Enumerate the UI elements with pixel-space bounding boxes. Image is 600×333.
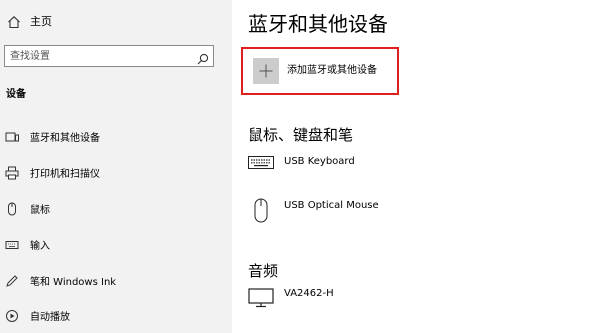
autoplay-icon xyxy=(5,308,19,322)
sidebar-item-autoplay[interactable]: 自动播放 xyxy=(0,300,232,330)
device-item-mouse[interactable]: USB Optical Mouse xyxy=(248,198,588,228)
section-title-devices: 设备 xyxy=(6,89,26,100)
sidebar-item-label: 打印机和扫描仪 xyxy=(30,169,100,180)
bluetooth-devices-icon xyxy=(5,129,19,143)
section-title-mouse-keyboard-pen: 鼠标、键盘和笔 xyxy=(248,126,354,144)
sidebar-item-pen[interactable]: 笔和 Windows Ink xyxy=(0,265,232,295)
page-title: 蓝牙和其他设备 xyxy=(248,12,388,36)
plus-icon xyxy=(259,64,273,78)
printer-icon xyxy=(5,165,19,180)
sidebar-item-typing[interactable]: 输入 xyxy=(0,229,232,259)
device-name: VA2462-H xyxy=(284,288,334,299)
settings-sidebar: 主页 设备 蓝牙和其他设备 打印机和扫描仪 鼠标 输入 xyxy=(0,0,232,333)
monitor-icon xyxy=(248,286,274,312)
add-device-button[interactable] xyxy=(253,58,279,84)
sidebar-item-mouse[interactable]: 鼠标 xyxy=(0,193,232,223)
keyboard-icon xyxy=(5,237,19,251)
sidebar-item-bluetooth[interactable]: 蓝牙和其他设备 xyxy=(0,121,232,151)
device-item-keyboard[interactable]: USB Keyboard xyxy=(248,154,588,184)
section-title-audio: 音频 xyxy=(248,262,279,280)
add-device-label[interactable]: 添加蓝牙或其他设备 xyxy=(287,61,377,76)
home-nav-item[interactable]: 主页 xyxy=(0,10,232,34)
sidebar-item-label: 笔和 Windows Ink xyxy=(30,277,117,288)
search-icon[interactable] xyxy=(197,50,209,65)
search-input[interactable] xyxy=(10,48,190,64)
device-item-monitor[interactable]: VA2462-H xyxy=(248,286,588,316)
sidebar-item-label: 蓝牙和其他设备 xyxy=(30,133,100,144)
device-name: USB Optical Mouse xyxy=(284,200,379,211)
pen-icon xyxy=(5,273,19,287)
sidebar-item-label: 输入 xyxy=(30,241,50,252)
add-device-highlight: 添加蓝牙或其他设备 xyxy=(241,47,399,95)
device-name: USB Keyboard xyxy=(284,156,355,167)
home-icon xyxy=(7,14,21,29)
sidebar-item-label: 鼠标 xyxy=(30,205,50,216)
mouse-icon xyxy=(248,198,274,228)
main-content: 蓝牙和其他设备 添加蓝牙或其他设备 鼠标、键盘和笔 USB Keyboard U… xyxy=(232,0,600,333)
search-box[interactable] xyxy=(4,45,214,67)
home-label: 主页 xyxy=(30,15,52,28)
sidebar-item-label: 自动播放 xyxy=(30,312,70,323)
sidebar-item-printers[interactable]: 打印机和扫描仪 xyxy=(0,157,232,187)
mouse-icon xyxy=(5,201,19,216)
keyboard-icon xyxy=(248,154,274,174)
